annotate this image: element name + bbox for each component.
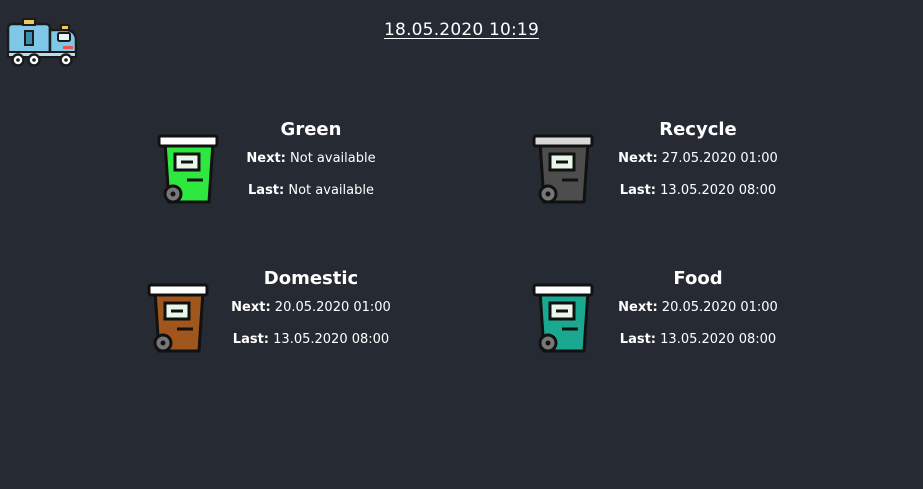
next-collection: Next: 20.05.2020 01:00: [211, 300, 411, 316]
next-value: Not available: [290, 151, 376, 166]
last-value: 13.05.2020 08:00: [660, 183, 777, 198]
app-root: 18.05.2020 10:19 Green Next: Not availab…: [0, 0, 923, 489]
current-datetime: 18.05.2020 10:19: [384, 20, 539, 40]
last-label: Last:: [619, 183, 657, 198]
next-value: 20.05.2020 01:00: [661, 300, 778, 315]
next-value: 27.05.2020 01:00: [661, 151, 778, 166]
next-collection: Next: 20.05.2020 01:00: [598, 300, 798, 316]
bin-info-recycle: Recycle Next: 27.05.2020 01:00 Last: 13.…: [598, 118, 798, 199]
bin-info-green: Green Next: Not available Last: Not avai…: [211, 118, 411, 199]
next-label: Next:: [618, 151, 658, 166]
bin-card-food: Food Next: 20.05.2020 01:00 Last: 13.05.…: [530, 267, 850, 357]
last-collection: Last: 13.05.2020 08:00: [211, 332, 411, 348]
next-label: Next:: [618, 300, 658, 315]
next-collection: Next: Not available: [211, 151, 411, 167]
last-collection: Last: 13.05.2020 08:00: [598, 332, 798, 348]
next-label: Next:: [231, 300, 271, 315]
domestic-bin-icon: [147, 283, 209, 353]
last-collection: Last: 13.05.2020 08:00: [598, 183, 798, 199]
bin-title: Green: [280, 119, 342, 140]
last-value: Not available: [288, 183, 374, 198]
last-value: 13.05.2020 08:00: [660, 332, 777, 347]
bin-title: Recycle: [659, 119, 737, 140]
bin-info-domestic: Domestic Next: 20.05.2020 01:00 Last: 13…: [211, 267, 411, 348]
last-label: Last:: [619, 332, 657, 347]
bin-card-recycle: Recycle Next: 27.05.2020 01:00 Last: 13.…: [530, 118, 850, 208]
next-collection: Next: 27.05.2020 01:00: [598, 151, 798, 167]
last-value: 13.05.2020 08:00: [273, 332, 390, 347]
bin-info-food: Food Next: 20.05.2020 01:00 Last: 13.05.…: [598, 267, 798, 348]
bin-title: Food: [673, 268, 723, 289]
bin-title: Domestic: [263, 268, 359, 289]
last-label: Last:: [248, 183, 285, 198]
next-label: Next:: [246, 151, 286, 166]
last-label: Last:: [232, 332, 270, 347]
last-collection: Last: Not available: [211, 183, 411, 199]
bin-card-domestic: Domestic Next: 20.05.2020 01:00 Last: 13…: [145, 267, 465, 357]
food-bin-icon: [532, 283, 594, 353]
bin-card-green: Green Next: Not available Last: Not avai…: [155, 118, 475, 208]
recycle-bin-icon: [532, 134, 594, 204]
next-value: 20.05.2020 01:00: [274, 300, 391, 315]
